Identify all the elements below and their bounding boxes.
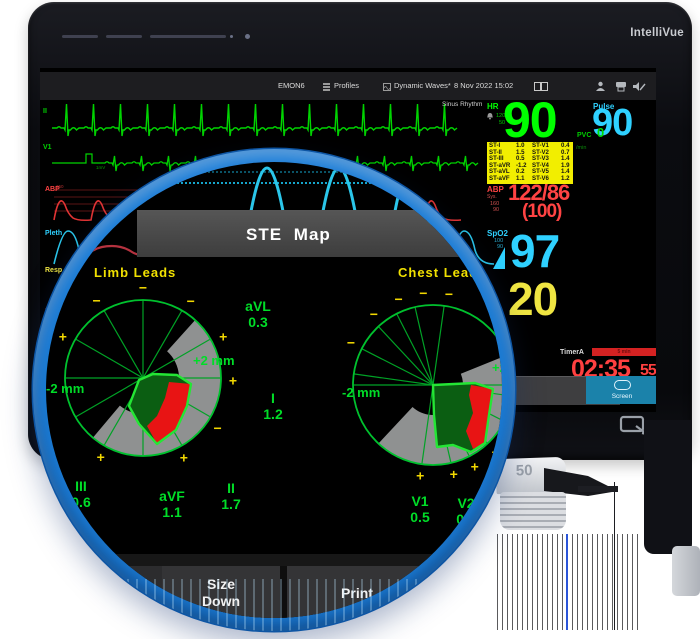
svg-text:−: − bbox=[93, 292, 101, 308]
lead-label-v2: V20.8 bbox=[444, 495, 488, 527]
st-values-table[interactable]: ST-I1.0ST-V10.4ST-II1.5ST-V20.7ST-III0.5… bbox=[487, 142, 573, 184]
module-connector bbox=[500, 492, 566, 530]
mount-arm bbox=[644, 420, 692, 554]
render-artifact-blue-line bbox=[566, 534, 568, 630]
svg-text:+: + bbox=[471, 458, 479, 474]
svg-text:−: − bbox=[347, 335, 355, 351]
lead-label-avl: aVL0.3 bbox=[232, 298, 284, 330]
svg-text:+: + bbox=[97, 449, 105, 465]
screen-key-label: Screen bbox=[586, 393, 656, 400]
svg-text:+: + bbox=[450, 466, 458, 482]
render-artifact-edge-line bbox=[614, 482, 615, 630]
bezel-vent-dash bbox=[150, 35, 226, 38]
hr-value[interactable]: 90 bbox=[503, 95, 557, 145]
svg-text:+: + bbox=[492, 444, 500, 460]
abp-label[interactable]: ABP bbox=[487, 186, 504, 194]
magnifier-content: STE Map Limb Leads Chest Leads −−−−+++++… bbox=[46, 162, 502, 618]
pvc-value[interactable]: 0 bbox=[597, 126, 604, 139]
lead-label-iii: III0.6 bbox=[58, 478, 104, 510]
svg-text:−: − bbox=[187, 293, 195, 309]
svg-text:−: − bbox=[139, 280, 147, 296]
svg-text:−: − bbox=[419, 285, 427, 301]
product-photo-stage: IntelliVue EMON6 Profiles Dynamic Waves*… bbox=[0, 0, 700, 639]
chest-pos-scale-label: +2 mm bbox=[492, 360, 502, 375]
pvc-label[interactable]: PVC bbox=[577, 132, 591, 139]
svg-text:+: + bbox=[59, 329, 67, 345]
brand-logo: IntelliVue bbox=[584, 27, 684, 39]
svg-text:−: − bbox=[214, 420, 222, 436]
spo2-value[interactable]: 97 bbox=[510, 228, 559, 274]
pvc-unit: /min bbox=[576, 146, 586, 152]
chest-neg-scale-label: -2 mm bbox=[342, 385, 380, 400]
svg-text:−: − bbox=[394, 291, 402, 307]
bezel-light-sensor bbox=[245, 34, 250, 39]
screen-key-button[interactable]: Screen bbox=[586, 376, 656, 404]
wave-label-ecg-ii[interactable]: II bbox=[43, 108, 47, 115]
limb-pos-scale-label: +2 mm bbox=[193, 353, 235, 368]
svg-text:−: − bbox=[370, 306, 378, 322]
abp-limit-low: 90 bbox=[493, 207, 499, 213]
lead-label-v1: V10.5 bbox=[398, 493, 442, 525]
resp-value[interactable]: 20 bbox=[508, 276, 557, 322]
limb-st-polar-chart: − − − − + + + + + bbox=[46, 260, 261, 500]
svg-text:+: + bbox=[229, 373, 237, 389]
abp-mean: (100) bbox=[522, 202, 561, 221]
abp-sys-label: Sys. bbox=[487, 195, 497, 201]
render-artifact-lines bbox=[497, 534, 641, 630]
lead-label-ii: II1.7 bbox=[208, 480, 254, 512]
magnifier-circle: STE Map Limb Leads Chest Leads −−−−+++++… bbox=[33, 149, 515, 631]
svg-text:+: + bbox=[219, 329, 227, 345]
lead-label-i: I1.2 bbox=[250, 390, 296, 422]
svg-text:+: + bbox=[180, 450, 188, 466]
alarm-bell-icon bbox=[486, 112, 494, 120]
lead-label-avf: aVF1.1 bbox=[148, 488, 196, 520]
glass-reflection-streaks bbox=[91, 579, 457, 631]
ste-map-title: STE Map bbox=[246, 225, 331, 245]
ste-map-title-bar[interactable]: STE Map bbox=[137, 210, 483, 257]
bezel-led bbox=[230, 35, 233, 38]
softkey-gap bbox=[46, 554, 502, 566]
mount-knob bbox=[672, 546, 700, 596]
spo2-label[interactable]: SpO2 bbox=[487, 230, 508, 238]
module-label: 50 bbox=[516, 462, 533, 480]
bezel-vent-dash bbox=[62, 35, 98, 38]
rhythm-status: Sinus Rhythm bbox=[442, 102, 482, 109]
bezel-vent-dash bbox=[106, 35, 142, 38]
limb-neg-scale-label: -2 mm bbox=[46, 381, 84, 396]
screen-key-icon bbox=[614, 380, 631, 390]
svg-text:+: + bbox=[416, 468, 424, 484]
svg-text:−: − bbox=[445, 286, 453, 302]
cal-label: 1mV bbox=[96, 166, 105, 171]
hr-label[interactable]: HR bbox=[487, 103, 499, 111]
wave-label-ecg-v1[interactable]: V1 bbox=[43, 144, 52, 151]
